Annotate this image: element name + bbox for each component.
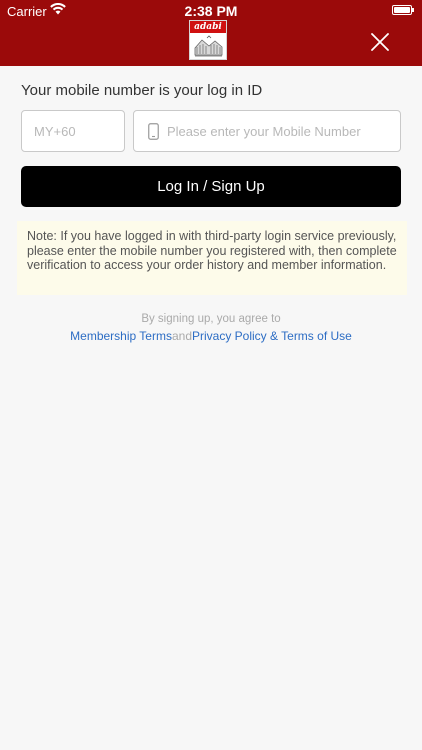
mobile-number-input[interactable] — [167, 111, 397, 151]
adabi-logo: adabi — [189, 20, 227, 60]
terms-links: Membership TermsandPrivacy Policy & Term… — [0, 329, 422, 343]
signup-agreement-text: By signing up, you agree to — [141, 313, 281, 325]
mobile-number-field[interactable] — [133, 110, 401, 152]
logo-illustration — [193, 35, 224, 58]
login-id-prompt: Your mobile number is your log in ID — [21, 82, 263, 99]
battery-icon — [392, 5, 414, 15]
mobile-phone-icon — [148, 123, 159, 145]
close-icon — [371, 33, 389, 51]
country-code-input[interactable] — [21, 110, 125, 152]
status-bar: Carrier 2:38 PM — [0, 0, 422, 22]
logo-text: adabi — [190, 21, 226, 33]
membership-terms-link[interactable]: Membership Terms — [70, 329, 172, 343]
status-time: 2:38 PM — [184, 3, 238, 19]
and-text: and — [171, 329, 192, 343]
privacy-policy-link[interactable]: Privacy Policy & Terms of Use — [192, 329, 352, 343]
login-signup-button[interactable]: Log In / Sign Up — [21, 166, 401, 207]
third-party-login-note: Note: If you have logged in with third-p… — [17, 221, 407, 295]
app-header: Carrier 2:38 PM adabi — [0, 0, 422, 66]
close-button[interactable] — [368, 30, 392, 54]
